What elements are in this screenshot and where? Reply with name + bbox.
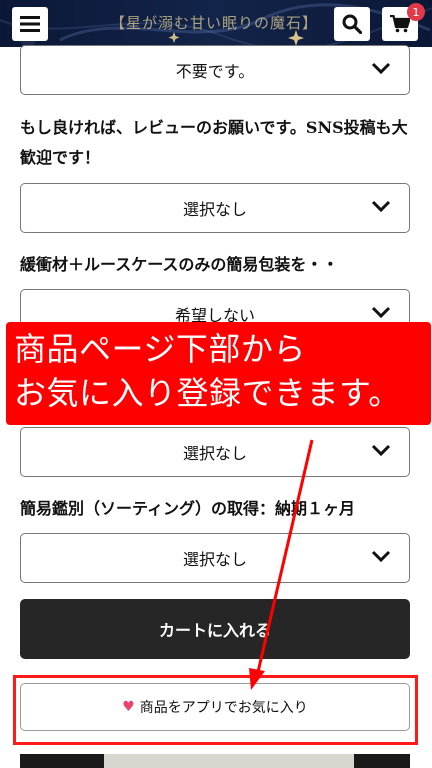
callout-line-2: お気に入り登録できます。 xyxy=(14,374,401,412)
option-select-1[interactable]: 不要です。 xyxy=(20,45,410,95)
option-label-sorting: 簡易鑑別（ソーティング）の取得：納期１ヶ月 xyxy=(20,499,356,518)
search-button[interactable] xyxy=(334,7,370,41)
option-select-4[interactable]: 選択なし xyxy=(20,427,410,477)
product-media-strip xyxy=(20,754,410,768)
chevron-down-icon xyxy=(371,306,391,319)
callout-line-1: 商品ページ下部から xyxy=(14,330,306,368)
search-icon xyxy=(342,14,362,34)
chevron-down-icon xyxy=(371,62,391,75)
option-select-review[interactable]: 選択なし xyxy=(20,183,410,233)
option-select-value: 選択なし xyxy=(182,550,247,569)
option-select-value: 選択なし xyxy=(182,200,247,219)
chevron-down-icon xyxy=(371,444,391,457)
option-label-review: もし良ければ、レビューのお願いです。SNS投稿も大歓迎です！ xyxy=(20,118,408,167)
hamburger-menu-icon xyxy=(20,16,40,32)
chevron-down-icon xyxy=(371,550,391,563)
product-image-preview xyxy=(104,754,354,768)
option-select-value: 選択なし xyxy=(182,444,247,463)
site-logo[interactable]: 【星が溺む甘い眠りの魔石】 xyxy=(94,12,334,33)
cart-count-badge: 1 xyxy=(407,3,425,21)
option-label-packaging: 緩衝材＋ルースケースのみの簡易包装を・・ xyxy=(20,255,339,274)
heart-icon: ♥ xyxy=(122,699,135,715)
option-select-sorting[interactable]: 選択なし xyxy=(20,533,410,583)
cart-icon xyxy=(390,15,410,33)
chevron-down-icon xyxy=(371,200,391,213)
option-select-value: 不要です。 xyxy=(175,62,255,81)
add-to-cart-button[interactable]: カートに入れる xyxy=(20,599,410,659)
add-to-favorites-button[interactable]: ♥ 商品をアプリでお気に入り xyxy=(20,683,410,731)
favorite-button-label: 商品をアプリでお気に入り xyxy=(139,700,308,716)
annotation-callout: 商品ページ下部から お気に入り登録できます。 xyxy=(6,322,431,425)
menu-button[interactable] xyxy=(12,7,48,41)
